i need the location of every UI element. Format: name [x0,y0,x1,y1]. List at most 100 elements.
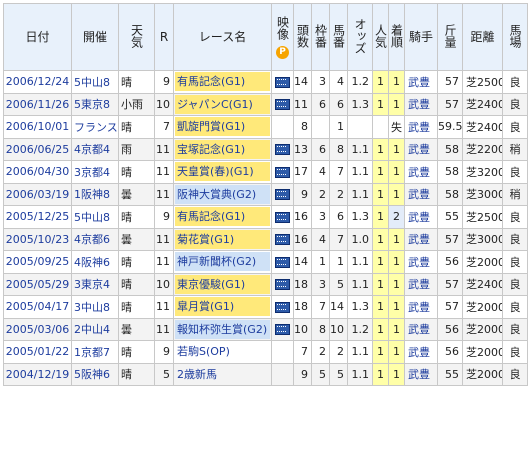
race-name-link[interactable]: 天皇賞(春)(G1) [175,162,270,182]
header-heads: 頭数 [293,3,312,71]
horse-number-cell: 5 [329,362,348,386]
venue-link[interactable]: 1京都7 [71,340,119,364]
race-date-link[interactable]: 2006/03/19 [3,182,72,206]
jockey-link[interactable]: 武豊 [404,317,438,341]
race-name-link[interactable]: 神戸新聞杯(G2) [175,252,270,272]
jockey-link[interactable]: 武豊 [404,362,438,386]
jockey-link[interactable]: 武豊 [404,227,438,251]
race-name-cell: 有馬記念(G1) [173,205,272,229]
race-name-link[interactable]: 東京優駿(G1) [175,274,270,294]
jockey-link[interactable]: 武豊 [404,160,438,184]
video-icon[interactable] [275,324,290,336]
venue-link[interactable]: 5中山8 [71,205,119,229]
video-icon[interactable] [275,301,290,313]
race-name-link[interactable]: 報知杯弥生賞(G2) [175,319,270,339]
race-date-link[interactable]: 2006/11/26 [3,92,72,116]
finish-position-cell: 1 [388,70,405,94]
finish-position-cell: 1 [388,317,405,341]
video-icon[interactable] [275,144,290,156]
race-name-link[interactable]: 有馬記念(G1) [175,207,270,227]
race-date-link[interactable]: 2006/06/25 [3,137,72,161]
race-date-link[interactable]: 2006/04/30 [3,160,72,184]
race-name-link[interactable]: 阪神大賞典(G2) [175,184,270,204]
race-name-cell: 皐月賞(G1) [173,295,272,319]
race-name-link[interactable]: 皐月賞(G1) [175,297,270,317]
race-name-link[interactable]: ジャパンC(G1) [175,94,270,114]
venue-link[interactable]: 3東京4 [71,272,119,296]
video-cell [271,295,294,319]
race-name-cell: 神戸新聞杯(G2) [173,250,272,274]
popularity-cell [372,115,389,139]
venue-link[interactable]: 4京都4 [71,137,119,161]
popularity-cell: 1 [372,317,389,341]
finish-position-cell: 1 [388,362,405,386]
venue-link[interactable]: フランス [71,115,119,139]
video-icon[interactable] [275,76,290,88]
premium-badge-icon: P [276,45,289,59]
race-name-link[interactable]: 2歳新馬 [175,365,270,384]
finish-position-cell: 1 [388,227,405,251]
header-weight: 斤量 [437,3,463,71]
video-icon[interactable] [275,99,290,111]
venue-link[interactable]: 3中山8 [71,295,119,319]
race-date-link[interactable]: 2006/12/24 [3,70,72,94]
race-name-cell: 有馬記念(G1) [173,70,272,94]
jockey-link[interactable]: 武豊 [404,205,438,229]
video-icon[interactable] [275,189,290,201]
venue-link[interactable]: 1阪神8 [71,182,119,206]
jockey-link[interactable]: 武豊 [404,272,438,296]
video-icon[interactable] [275,211,290,223]
venue-link[interactable]: 5阪神6 [71,362,119,386]
video-icon[interactable] [275,234,290,246]
video-cell [271,160,294,184]
video-icon[interactable] [275,166,290,178]
video-icon[interactable] [275,256,290,268]
jockey-link[interactable]: 武豊 [404,137,438,161]
jockey-link[interactable]: 武豊 [404,250,438,274]
race-name-link[interactable]: 宝塚記念(G1) [175,139,270,159]
jockey-link[interactable]: 武豊 [404,182,438,206]
race-date-link[interactable]: 2006/10/01 [3,115,72,139]
race-date-link[interactable]: 2005/05/29 [3,272,72,296]
jockey-link[interactable]: 武豊 [404,340,438,364]
race-name-link[interactable]: 若駒S(OP) [175,342,270,361]
race-date-link[interactable]: 2005/09/25 [3,250,72,274]
going-cell: 良 [502,362,528,386]
race-name-cell: 東京優駿(G1) [173,272,272,296]
distance-cell: 芝3000 [462,227,503,251]
race-date-link[interactable]: 2005/01/22 [3,340,72,364]
jockey-link[interactable]: 武豊 [404,70,438,94]
jockey-link[interactable]: 武豊 [404,115,438,139]
finish-position-cell: 失 [388,115,405,139]
table-row: 2006/04/30 3京都4 晴 11 天皇賞(春)(G1) 17 4 7 1.1 1 1 武豊 58… [3,160,528,184]
race-date-link[interactable]: 2005/10/23 [3,227,72,251]
venue-link[interactable]: 4京都6 [71,227,119,251]
popularity-cell: 1 [372,250,389,274]
odds-cell: 1.2 [347,317,373,341]
jockey-link[interactable]: 武豊 [404,92,438,116]
odds-cell: 1.3 [347,92,373,116]
field-size-cell: 16 [293,227,312,251]
venue-link[interactable]: 5東京8 [71,92,119,116]
venue-link[interactable]: 2中山4 [71,317,119,341]
horse-number-cell: 2 [329,340,348,364]
race-date-link[interactable]: 2005/03/06 [3,317,72,341]
venue-link[interactable]: 5中山8 [71,70,119,94]
venue-link[interactable]: 3京都4 [71,160,119,184]
race-name-link[interactable]: 凱旋門賞(G1) [175,117,270,137]
venue-link[interactable]: 4阪神6 [71,250,119,274]
video-icon[interactable] [275,279,290,291]
race-name-cell: 阪神大賞典(G2) [173,182,272,206]
race-number-cell: 9 [154,205,174,229]
jockey-link[interactable]: 武豊 [404,295,438,319]
table-row: 2006/11/26 5東京8 小雨 10 ジャパンC(G1) 11 6 6 1.3 1 1 武豊 57… [3,92,528,116]
race-name-link[interactable]: 菊花賞(G1) [175,229,270,249]
field-size-cell: 10 [293,317,312,341]
race-date-link[interactable]: 2005/04/17 [3,295,72,319]
race-date-link[interactable]: 2005/12/25 [3,205,72,229]
race-date-link[interactable]: 2004/12/19 [3,362,72,386]
finish-position-cell: 1 [388,92,405,116]
race-name-link[interactable]: 有馬記念(G1) [175,72,270,92]
odds-cell: 1.1 [347,362,373,386]
distance-cell: 芝2000 [462,317,503,341]
